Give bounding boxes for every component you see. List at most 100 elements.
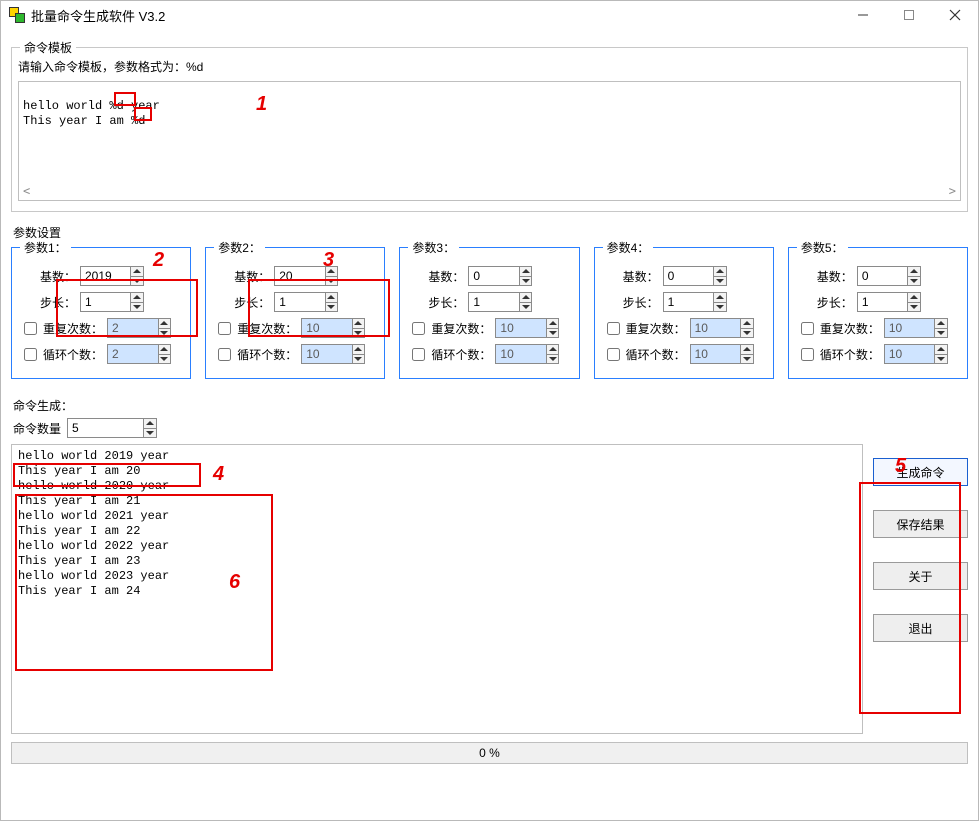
param-5-base-input[interactable]: [857, 266, 921, 286]
param-3-repeat-value: [496, 319, 545, 337]
param-2-repeat-value: [302, 319, 351, 337]
spin-up-icon[interactable]: [131, 267, 143, 276]
param-2-repeat-label: 重复次数：: [237, 320, 297, 337]
param-box-4: 参数4： 基数： 步长： 重复次数：: [594, 247, 774, 379]
param-3-loop-value: [496, 345, 545, 363]
param-1-step-label: 步长：: [20, 294, 76, 311]
side-buttons: 生成命令 保存结果 关于 退出: [873, 444, 968, 642]
output-text[interactable]: hello world 2019 year This year I am 20 …: [11, 444, 863, 734]
tmpl-line1-c: year: [131, 99, 160, 113]
output-area: hello world 2019 year This year I am 20 …: [11, 444, 968, 734]
spin-down-icon[interactable]: [131, 276, 143, 286]
tmpl-line1-b: %d: [109, 99, 131, 113]
param-3-loop-check[interactable]: [412, 348, 425, 361]
minimize-button[interactable]: [840, 1, 886, 29]
tmpl-line2-b: %d: [131, 114, 145, 128]
param-1-legend: 参数1：: [20, 239, 71, 256]
param-4-loop-label: 循环个数：: [626, 346, 686, 363]
param-4-step-value[interactable]: [664, 293, 713, 311]
param-4-base-value[interactable]: [664, 267, 713, 285]
param-3-repeat-input: [495, 318, 559, 338]
template-group: 命令模板 请输入命令模板，参数格式为：%d hello world %d yea…: [11, 47, 968, 212]
param-box-5: 参数5： 基数： 步长： 重复次数：: [788, 247, 968, 379]
param-2-repeat-check[interactable]: [218, 322, 231, 335]
maximize-button[interactable]: [886, 1, 932, 29]
template-hint: 请输入命令模板，参数格式为：%d: [12, 48, 967, 79]
param-3-base-value[interactable]: [469, 267, 518, 285]
param-2-step-value[interactable]: [275, 293, 324, 311]
param-1-step-input[interactable]: [80, 292, 144, 312]
param-2-step-label: 步长：: [214, 294, 270, 311]
param-5-base-value[interactable]: [858, 267, 907, 285]
param-3-base-label: 基数：: [408, 268, 464, 285]
param-4-legend: 参数4：: [603, 239, 654, 256]
param-2-repeat-input: [301, 318, 365, 338]
param-5-repeat-input: [884, 318, 948, 338]
save-button[interactable]: 保存结果: [873, 510, 968, 538]
param-1-repeat-input: [107, 318, 171, 338]
exit-button[interactable]: 退出: [873, 614, 968, 642]
progress-bar: 0 %: [11, 742, 968, 764]
close-button[interactable]: [932, 1, 978, 29]
param-1-repeat-value: [108, 319, 157, 337]
param-1-base-label: 基数：: [20, 268, 76, 285]
param-3-base-input[interactable]: [468, 266, 532, 286]
scroll-right-icon[interactable]: >: [949, 184, 956, 198]
param-2-loop-check[interactable]: [218, 348, 231, 361]
param-3-step-value[interactable]: [469, 293, 518, 311]
param-1-loop-value: [108, 345, 157, 363]
param-4-loop-value: [691, 345, 740, 363]
template-input[interactable]: hello world %d year This year I am %d < …: [18, 81, 961, 201]
param-5-repeat-value: [885, 319, 934, 337]
template-hscroll[interactable]: < >: [23, 184, 956, 198]
param-2-base-value[interactable]: [275, 267, 324, 285]
param-1-loop-check[interactable]: [24, 348, 37, 361]
param-2-legend: 参数2：: [214, 239, 265, 256]
param-4-loop-input: [690, 344, 754, 364]
scroll-left-icon[interactable]: <: [23, 184, 30, 198]
param-4-base-input[interactable]: [663, 266, 727, 286]
param-box-1: 参数1： 基数： 步长： 重复次数：: [11, 247, 191, 379]
param-2-base-input[interactable]: [274, 266, 338, 286]
param-3-loop-label: 循环个数：: [431, 346, 491, 363]
param-5-repeat-label: 重复次数：: [820, 320, 880, 337]
param-5-loop-label: 循环个数：: [820, 346, 880, 363]
param-1-loop-label: 循环个数：: [43, 346, 103, 363]
param-1-base-value[interactable]: [81, 267, 130, 285]
param-2-loop-value: [302, 345, 351, 363]
param-box-3: 参数3： 基数： 步长： 重复次数：: [399, 247, 579, 379]
app-icon: [9, 7, 25, 23]
param-5-loop-check[interactable]: [801, 348, 814, 361]
param-box-2: 参数2： 基数： 步长： 重复次数：: [205, 247, 385, 379]
param-1-step-value[interactable]: [81, 293, 130, 311]
param-4-step-input[interactable]: [663, 292, 727, 312]
template-group-label: 命令模板: [20, 39, 76, 56]
param-4-repeat-check[interactable]: [607, 322, 620, 335]
param-4-repeat-input: [690, 318, 754, 338]
param-2-base-label: 基数：: [214, 268, 270, 285]
params-row: 参数1： 基数： 步长： 重复次数：: [11, 247, 968, 379]
param-1-base-input[interactable]: [80, 266, 144, 286]
param-5-base-label: 基数：: [797, 268, 853, 285]
param-3-step-input[interactable]: [468, 292, 532, 312]
param-5-repeat-check[interactable]: [801, 322, 814, 335]
param-5-legend: 参数5：: [797, 239, 848, 256]
param-1-repeat-check[interactable]: [24, 322, 37, 335]
generate-button[interactable]: 生成命令: [873, 458, 968, 486]
param-1-loop-input: [107, 344, 171, 364]
titlebar: 批量命令生成软件 V3.2: [1, 1, 978, 29]
count-label: 命令数量: [13, 420, 61, 437]
param-5-loop-value: [885, 345, 934, 363]
params-section-label: 参数设置: [11, 220, 968, 241]
param-5-step-input[interactable]: [857, 292, 921, 312]
about-button[interactable]: 关于: [873, 562, 968, 590]
param-4-loop-check[interactable]: [607, 348, 620, 361]
count-value[interactable]: [68, 419, 143, 437]
param-2-step-input[interactable]: [274, 292, 338, 312]
window-title: 批量命令生成软件 V3.2: [31, 6, 165, 25]
param-2-loop-label: 循环个数：: [237, 346, 297, 363]
progress-text: 0 %: [479, 746, 500, 760]
param-3-repeat-check[interactable]: [412, 322, 425, 335]
count-input[interactable]: [67, 418, 157, 438]
param-5-step-value[interactable]: [858, 293, 907, 311]
